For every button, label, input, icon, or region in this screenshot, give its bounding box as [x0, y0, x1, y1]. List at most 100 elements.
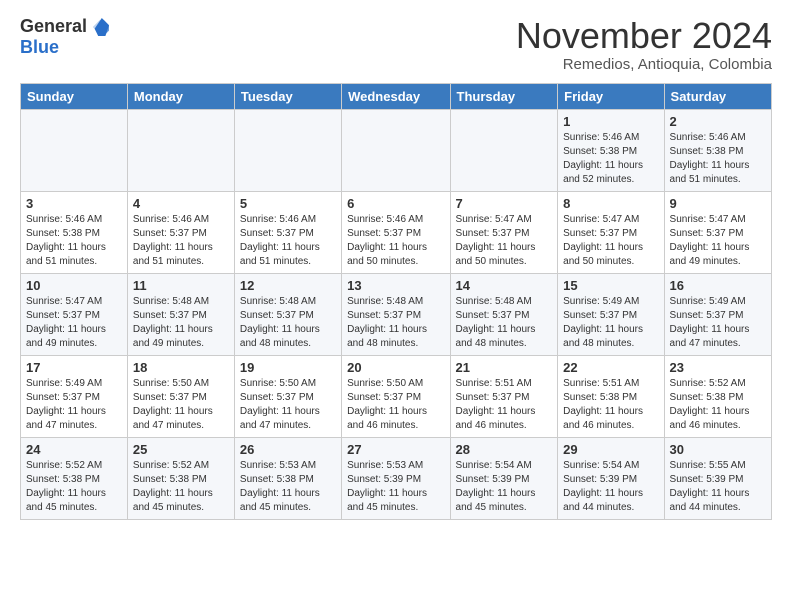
- day-detail: Sunrise: 5:51 AM Sunset: 5:38 PM Dayligh…: [563, 377, 658, 433]
- day-number: 10: [26, 278, 122, 293]
- day-detail: Sunrise: 5:48 AM Sunset: 5:37 PM Dayligh…: [347, 295, 444, 351]
- day-detail: Sunrise: 5:46 AM Sunset: 5:38 PM Dayligh…: [26, 213, 122, 269]
- table-row: 3Sunrise: 5:46 AM Sunset: 5:38 PM Daylig…: [21, 191, 128, 273]
- day-detail: Sunrise: 5:52 AM Sunset: 5:38 PM Dayligh…: [670, 377, 766, 433]
- day-detail: Sunrise: 5:46 AM Sunset: 5:38 PM Dayligh…: [670, 131, 766, 187]
- table-row: [127, 109, 234, 191]
- day-number: 11: [133, 278, 229, 293]
- calendar-week-row: 17 Sunrise: 5:49 AM Sunset: 5:37 PM Dayli…: [21, 355, 772, 437]
- day-number: 24: [26, 442, 122, 457]
- table-row: 13 Sunrise: 5:48 AM Sunset: 5:37 PM Dayli…: [342, 273, 450, 355]
- header-tuesday: Tuesday: [234, 83, 341, 109]
- table-row: 7 Sunrise: 5:47 AM Sunset: 5:37 PM Daylig…: [450, 191, 558, 273]
- header-sunday: Sunday: [21, 83, 128, 109]
- table-row: 30Sunrise: 5:55 AM Sunset: 5:39 PM Dayli…: [664, 437, 771, 519]
- logo-blue-text: Blue: [20, 37, 59, 58]
- table-row: [450, 109, 558, 191]
- table-row: 16Sunrise: 5:49 AM Sunset: 5:37 PM Dayli…: [664, 273, 771, 355]
- location-text: Remedios, Antioquia, Colombia: [516, 56, 772, 73]
- day-detail: Sunrise: 5:49 AM Sunset: 5:37 PM Dayligh…: [26, 377, 122, 433]
- table-row: 25 Sunrise: 5:52 AM Sunset: 5:38 PM Dayli…: [127, 437, 234, 519]
- day-number: 1: [563, 114, 658, 129]
- table-row: 27 Sunrise: 5:53 AM Sunset: 5:39 PM Dayli…: [342, 437, 450, 519]
- day-detail: Sunrise: 5:51 AM Sunset: 5:37 PM Dayligh…: [456, 377, 553, 433]
- day-number: 13: [347, 278, 444, 293]
- day-detail: Sunrise: 5:47 AM Sunset: 5:37 PM Dayligh…: [26, 295, 122, 351]
- header-monday: Monday: [127, 83, 234, 109]
- day-number: 17: [26, 360, 122, 375]
- table-row: 11 Sunrise: 5:48 AM Sunset: 5:37 PM Dayli…: [127, 273, 234, 355]
- day-detail: Sunrise: 5:49 AM Sunset: 5:37 PM Dayligh…: [563, 295, 658, 351]
- table-row: 9 Sunrise: 5:47 AM Sunset: 5:37 PM Daylig…: [664, 191, 771, 273]
- calendar-week-row: 3Sunrise: 5:46 AM Sunset: 5:38 PM Daylig…: [21, 191, 772, 273]
- table-row: 26 Sunrise: 5:53 AM Sunset: 5:38 PM Dayli…: [234, 437, 341, 519]
- table-row: 5Sunrise: 5:46 AM Sunset: 5:37 PM Daylig…: [234, 191, 341, 273]
- day-number: 25: [133, 442, 229, 457]
- title-block: November 2024 Remedios, Antioquia, Colom…: [516, 16, 772, 73]
- day-number: 27: [347, 442, 444, 457]
- day-number: 22: [563, 360, 658, 375]
- day-number: 8: [563, 196, 658, 211]
- logo-general-text: General: [20, 16, 87, 37]
- table-row: 6 Sunrise: 5:46 AM Sunset: 5:37 PM Daylig…: [342, 191, 450, 273]
- day-detail: Sunrise: 5:48 AM Sunset: 5:37 PM Dayligh…: [133, 295, 229, 351]
- day-detail: Sunrise: 5:47 AM Sunset: 5:37 PM Dayligh…: [563, 213, 658, 269]
- day-number: 29: [563, 442, 658, 457]
- table-row: 23 Sunrise: 5:52 AM Sunset: 5:38 PM Dayli…: [664, 355, 771, 437]
- day-detail: Sunrise: 5:48 AM Sunset: 5:37 PM Dayligh…: [240, 295, 336, 351]
- header-saturday: Saturday: [664, 83, 771, 109]
- table-row: 15 Sunrise: 5:49 AM Sunset: 5:37 PM Dayli…: [558, 273, 664, 355]
- day-detail: Sunrise: 5:46 AM Sunset: 5:37 PM Dayligh…: [133, 213, 229, 269]
- table-row: 22 Sunrise: 5:51 AM Sunset: 5:38 PM Dayli…: [558, 355, 664, 437]
- day-number: 23: [670, 360, 766, 375]
- table-row: 28 Sunrise: 5:54 AM Sunset: 5:39 PM Dayli…: [450, 437, 558, 519]
- table-row: 14Sunrise: 5:48 AM Sunset: 5:37 PM Dayli…: [450, 273, 558, 355]
- calendar-week-row: 1 Sunrise: 5:46 AM Sunset: 5:38 PM Daylig…: [21, 109, 772, 191]
- calendar-week-row: 10 Sunrise: 5:47 AM Sunset: 5:37 PM Dayli…: [21, 273, 772, 355]
- calendar-table: Sunday Monday Tuesday Wednesday Thursday…: [20, 83, 772, 520]
- calendar-page: General Blue November 2024 Remedios, Ant…: [0, 0, 792, 536]
- day-number: 7: [456, 196, 553, 211]
- table-row: 4 Sunrise: 5:46 AM Sunset: 5:37 PM Daylig…: [127, 191, 234, 273]
- table-row: 2Sunrise: 5:46 AM Sunset: 5:38 PM Daylig…: [664, 109, 771, 191]
- day-number: 20: [347, 360, 444, 375]
- day-detail: Sunrise: 5:53 AM Sunset: 5:39 PM Dayligh…: [347, 459, 444, 515]
- table-row: 20 Sunrise: 5:50 AM Sunset: 5:37 PM Dayli…: [342, 355, 450, 437]
- table-row: 1 Sunrise: 5:46 AM Sunset: 5:38 PM Daylig…: [558, 109, 664, 191]
- day-number: 26: [240, 442, 336, 457]
- table-row: 29 Sunrise: 5:54 AM Sunset: 5:39 PM Dayli…: [558, 437, 664, 519]
- table-row: 19 Sunrise: 5:50 AM Sunset: 5:37 PM Dayli…: [234, 355, 341, 437]
- table-row: 24 Sunrise: 5:52 AM Sunset: 5:38 PM Dayli…: [21, 437, 128, 519]
- day-detail: Sunrise: 5:52 AM Sunset: 5:38 PM Dayligh…: [133, 459, 229, 515]
- table-row: 17 Sunrise: 5:49 AM Sunset: 5:37 PM Dayli…: [21, 355, 128, 437]
- logo: General Blue: [20, 16, 109, 58]
- day-number: 9: [670, 196, 766, 211]
- day-detail: Sunrise: 5:53 AM Sunset: 5:38 PM Dayligh…: [240, 459, 336, 515]
- table-row: 18Sunrise: 5:50 AM Sunset: 5:37 PM Dayli…: [127, 355, 234, 437]
- day-detail: Sunrise: 5:47 AM Sunset: 5:37 PM Dayligh…: [456, 213, 553, 269]
- day-number: 28: [456, 442, 553, 457]
- table-row: 10 Sunrise: 5:47 AM Sunset: 5:37 PM Dayli…: [21, 273, 128, 355]
- day-detail: Sunrise: 5:46 AM Sunset: 5:38 PM Dayligh…: [563, 131, 658, 187]
- day-detail: Sunrise: 5:54 AM Sunset: 5:39 PM Dayligh…: [456, 459, 553, 515]
- day-detail: Sunrise: 5:46 AM Sunset: 5:37 PM Dayligh…: [240, 213, 336, 269]
- day-detail: Sunrise: 5:50 AM Sunset: 5:37 PM Dayligh…: [347, 377, 444, 433]
- day-number: 19: [240, 360, 336, 375]
- day-detail: Sunrise: 5:46 AM Sunset: 5:37 PM Dayligh…: [347, 213, 444, 269]
- table-row: [342, 109, 450, 191]
- day-detail: Sunrise: 5:50 AM Sunset: 5:37 PM Dayligh…: [133, 377, 229, 433]
- page-header: General Blue November 2024 Remedios, Ant…: [20, 16, 772, 73]
- day-number: 6: [347, 196, 444, 211]
- day-detail: Sunrise: 5:52 AM Sunset: 5:38 PM Dayligh…: [26, 459, 122, 515]
- day-number: 12: [240, 278, 336, 293]
- table-row: [234, 109, 341, 191]
- table-row: 8 Sunrise: 5:47 AM Sunset: 5:37 PM Daylig…: [558, 191, 664, 273]
- day-number: 21: [456, 360, 553, 375]
- table-row: 21 Sunrise: 5:51 AM Sunset: 5:37 PM Dayli…: [450, 355, 558, 437]
- days-header-row: Sunday Monday Tuesday Wednesday Thursday…: [21, 83, 772, 109]
- day-detail: Sunrise: 5:50 AM Sunset: 5:37 PM Dayligh…: [240, 377, 336, 433]
- day-detail: Sunrise: 5:47 AM Sunset: 5:37 PM Dayligh…: [670, 213, 766, 269]
- day-number: 4: [133, 196, 229, 211]
- day-number: 15: [563, 278, 658, 293]
- day-detail: Sunrise: 5:54 AM Sunset: 5:39 PM Dayligh…: [563, 459, 658, 515]
